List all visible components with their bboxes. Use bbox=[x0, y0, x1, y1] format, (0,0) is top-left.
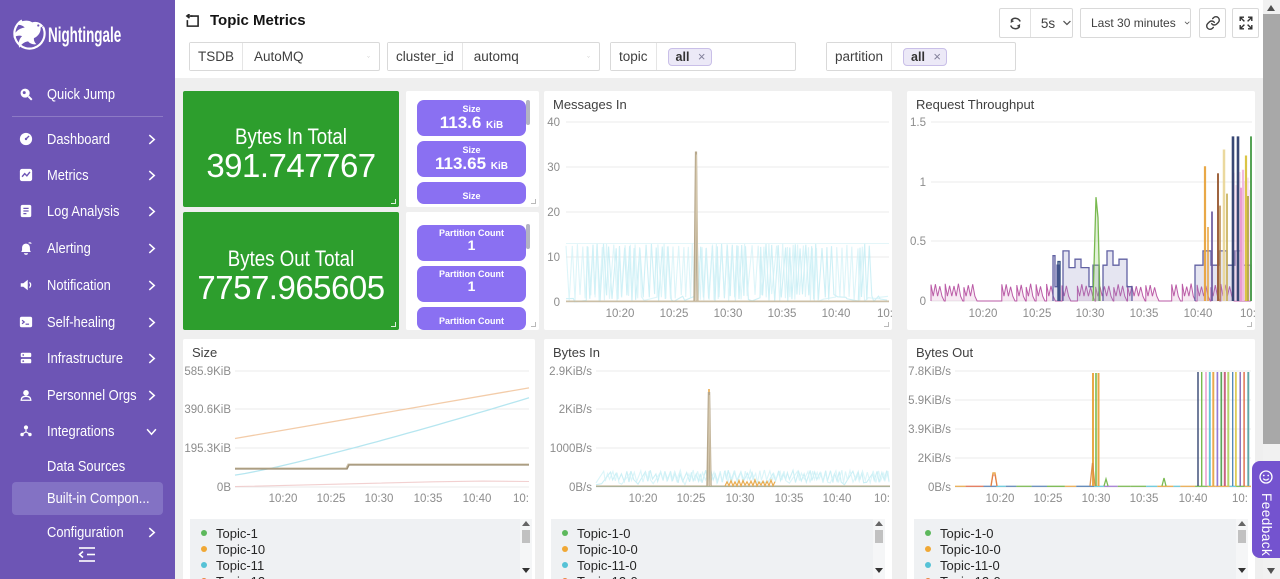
svg-text:1000B/s: 1000B/s bbox=[550, 443, 592, 455]
svg-text:10:25: 10:25 bbox=[1023, 308, 1052, 320]
svg-text:10:35: 10:35 bbox=[768, 308, 797, 320]
svg-text:5.9KiB/s: 5.9KiB/s bbox=[908, 395, 951, 407]
svg-text:10:: 10: bbox=[877, 308, 892, 320]
svg-text:20: 20 bbox=[547, 207, 560, 219]
svg-text:10:40: 10:40 bbox=[823, 493, 852, 505]
svg-text:10:40: 10:40 bbox=[1184, 308, 1213, 320]
svg-text:10:20: 10:20 bbox=[986, 493, 1015, 505]
svg-text:10:30: 10:30 bbox=[1076, 308, 1105, 320]
svg-text:585.9KiB: 585.9KiB bbox=[184, 366, 231, 378]
svg-text:2KiB/s: 2KiB/s bbox=[918, 453, 951, 465]
svg-text:2KiB/s: 2KiB/s bbox=[559, 404, 592, 416]
svg-text:0: 0 bbox=[554, 297, 560, 309]
svg-text:10:: 10: bbox=[874, 493, 890, 505]
svg-text:10:20: 10:20 bbox=[269, 493, 298, 505]
svg-text:10:35: 10:35 bbox=[1130, 308, 1159, 320]
svg-text:10:40: 10:40 bbox=[822, 308, 851, 320]
svg-text:10:25: 10:25 bbox=[1034, 493, 1063, 505]
svg-text:195.3KiB: 195.3KiB bbox=[184, 443, 231, 455]
svg-text:10:35: 10:35 bbox=[414, 493, 443, 505]
svg-text:10: 10 bbox=[547, 252, 560, 264]
svg-text:10:: 10: bbox=[1240, 308, 1255, 320]
svg-text:10:25: 10:25 bbox=[660, 308, 689, 320]
svg-text:10:30: 10:30 bbox=[714, 308, 743, 320]
svg-text:10:35: 10:35 bbox=[775, 493, 804, 505]
svg-text:0: 0 bbox=[920, 296, 926, 308]
svg-text:10:: 10: bbox=[1232, 493, 1248, 505]
svg-text:10:30: 10:30 bbox=[726, 493, 755, 505]
svg-text:2.9KiB/s: 2.9KiB/s bbox=[549, 366, 592, 378]
svg-text:10:40: 10:40 bbox=[1179, 493, 1208, 505]
svg-text:10:: 10: bbox=[513, 493, 529, 505]
svg-text:30: 30 bbox=[547, 162, 560, 174]
svg-text:10:25: 10:25 bbox=[677, 493, 706, 505]
svg-text:0B/s: 0B/s bbox=[569, 482, 592, 494]
svg-text:1: 1 bbox=[920, 177, 926, 189]
svg-text:0.5: 0.5 bbox=[910, 236, 926, 248]
svg-text:10:20: 10:20 bbox=[606, 308, 635, 320]
svg-text:10:25: 10:25 bbox=[317, 493, 346, 505]
svg-text:10:20: 10:20 bbox=[969, 308, 998, 320]
svg-text:10:30: 10:30 bbox=[1082, 493, 1111, 505]
svg-text:0B/s: 0B/s bbox=[928, 482, 951, 494]
svg-text:1.5: 1.5 bbox=[910, 117, 926, 129]
svg-text:40: 40 bbox=[547, 117, 560, 129]
svg-text:3.9KiB/s: 3.9KiB/s bbox=[908, 424, 951, 436]
svg-text:7.8KiB/s: 7.8KiB/s bbox=[908, 366, 951, 378]
svg-text:10:30: 10:30 bbox=[365, 493, 394, 505]
svg-text:10:35: 10:35 bbox=[1130, 493, 1159, 505]
svg-text:10:40: 10:40 bbox=[463, 493, 492, 505]
svg-text:0B: 0B bbox=[217, 482, 231, 494]
svg-text:10:20: 10:20 bbox=[629, 493, 658, 505]
svg-text:390.6KiB: 390.6KiB bbox=[184, 404, 231, 416]
